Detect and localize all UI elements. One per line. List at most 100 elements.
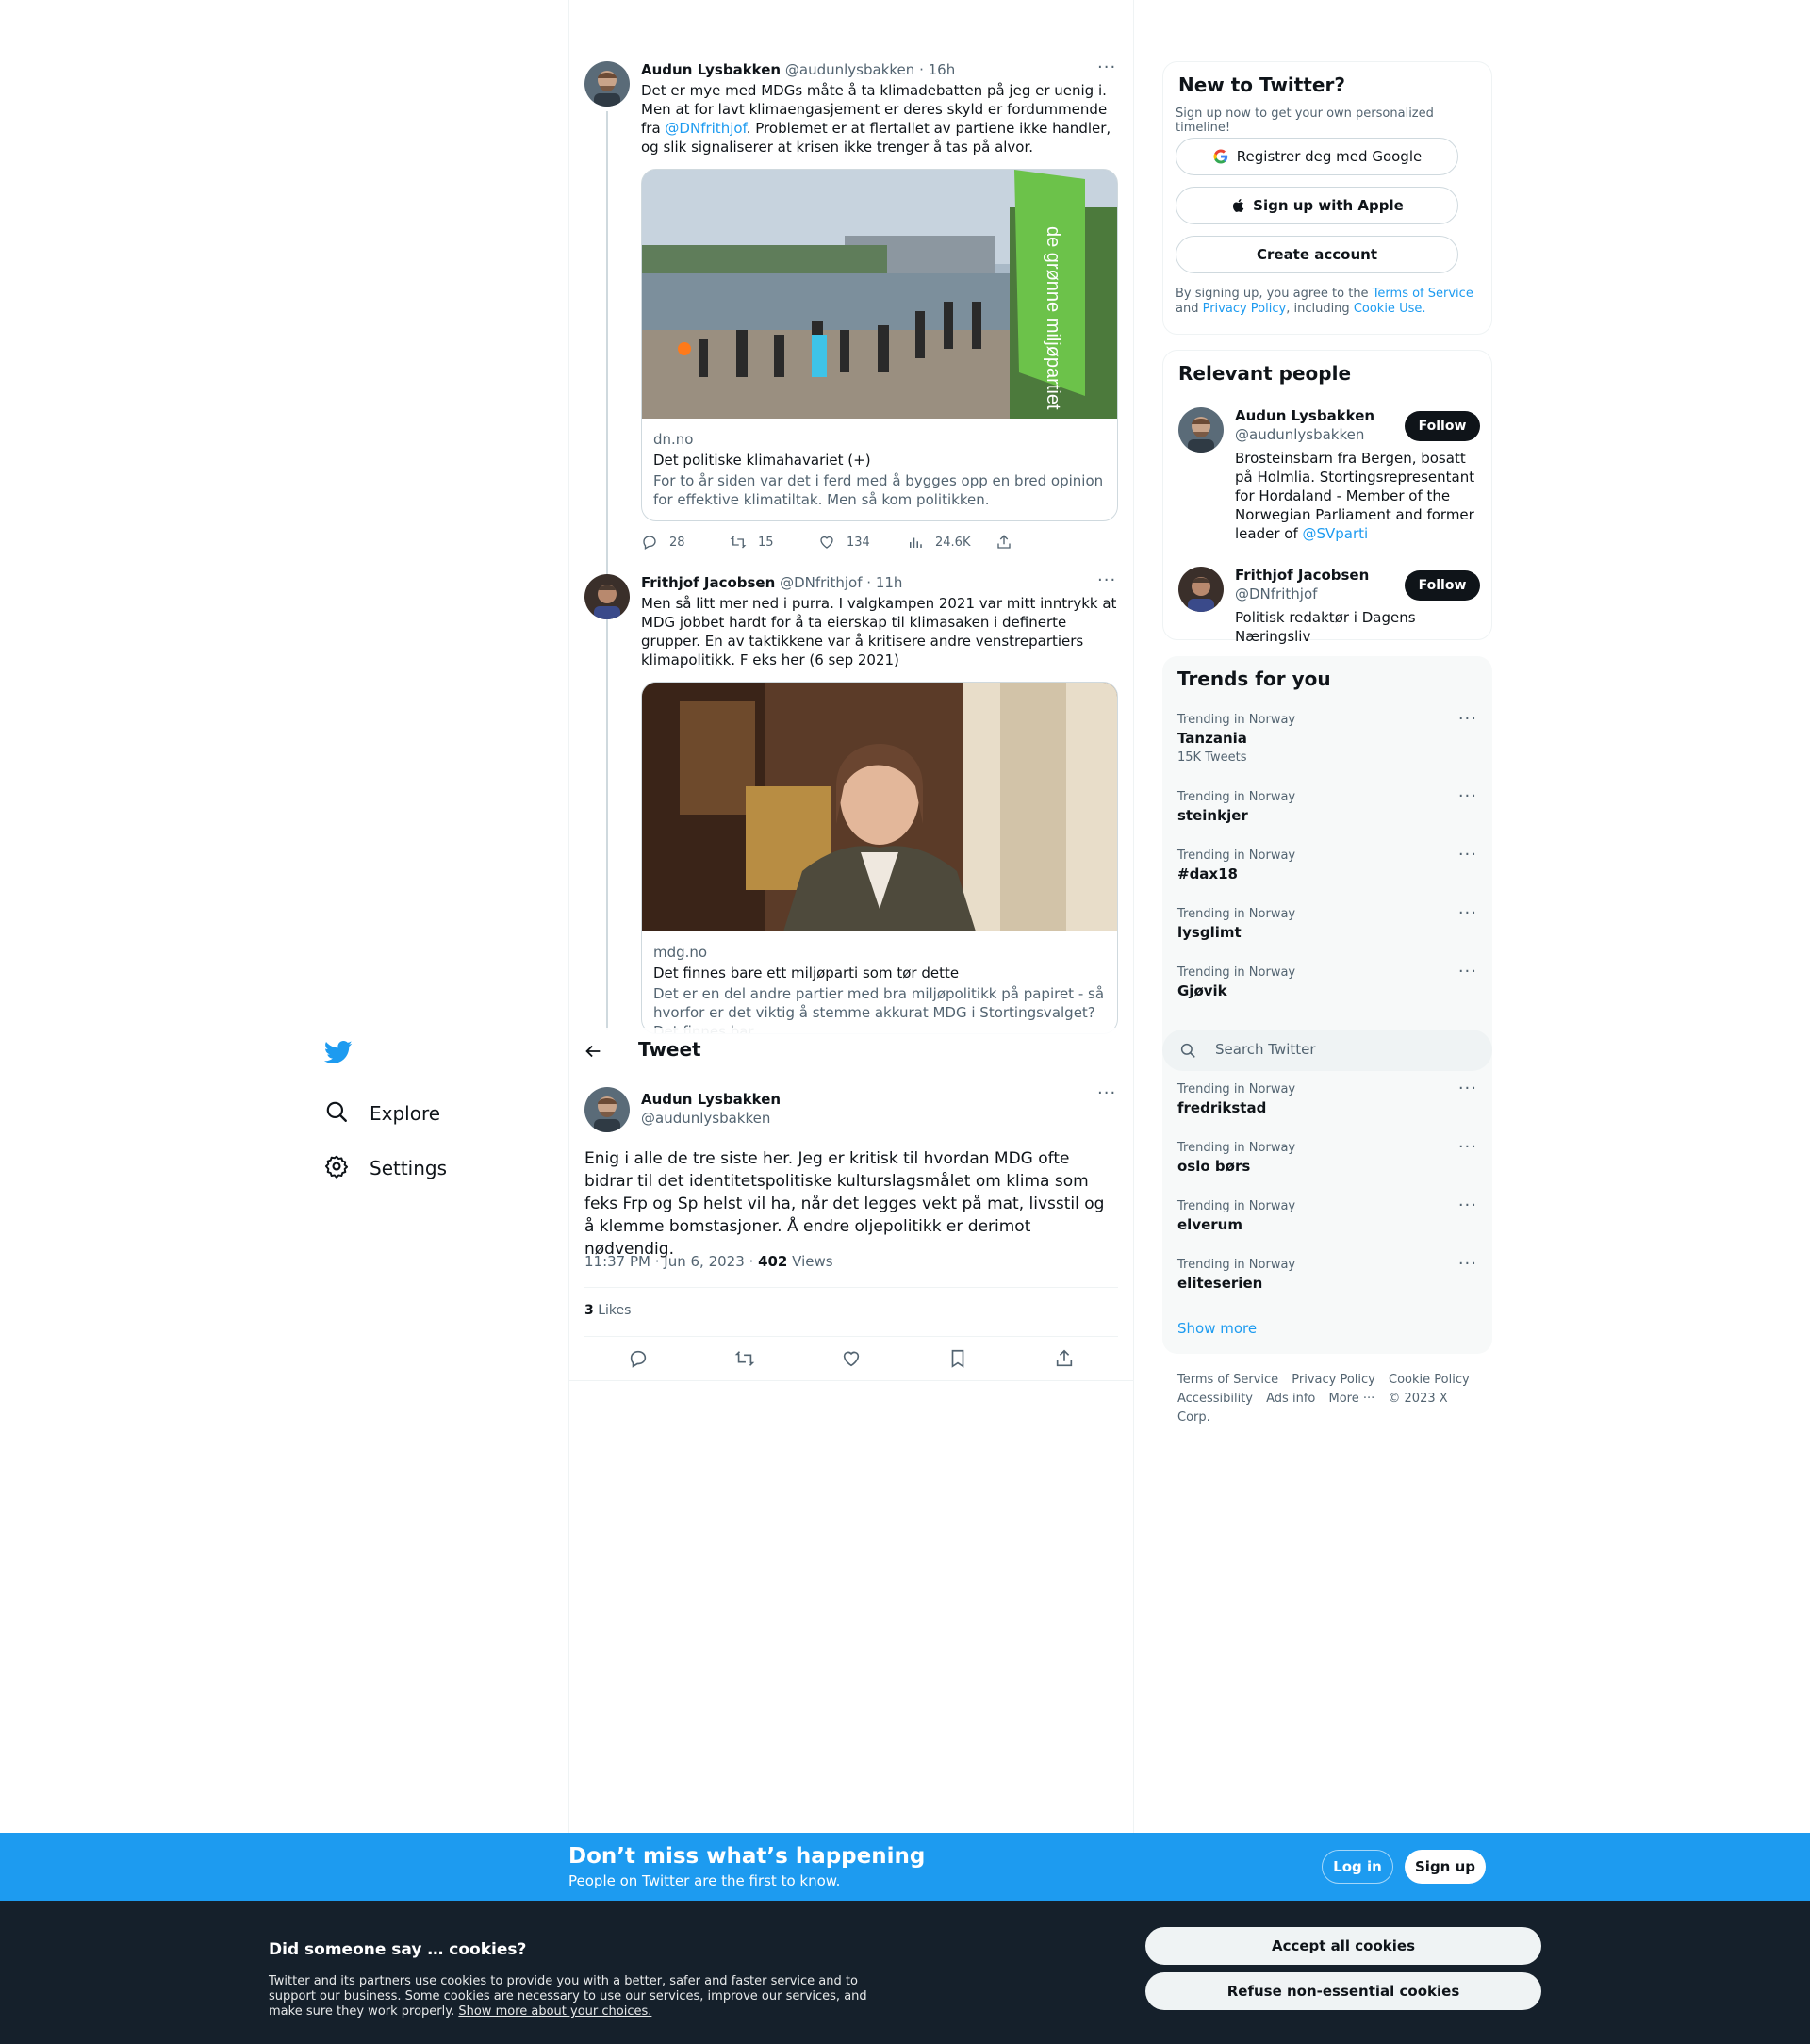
trend-item[interactable]: Trending in Norway oslo børs ··· [1177, 1139, 1477, 1176]
trend-item[interactable]: Trending in Norway eliteserien ··· [1177, 1256, 1477, 1293]
accept-cookies-button[interactable]: Accept all cookies [1145, 1927, 1541, 1965]
person-cell[interactable]: Audun Lysbakken @audunlysbakken Follow B… [1178, 407, 1480, 549]
tweet-age[interactable]: 11h [876, 574, 903, 591]
trend-context: Trending in Norway [1177, 907, 1296, 921]
trends-panel: Trends for you Trending in Norway Tanzan… [1162, 656, 1492, 1354]
link-card[interactable]: de grønne miljøpartiet dn.no Det politis… [641, 169, 1118, 521]
avatar[interactable] [584, 1087, 630, 1132]
trend-item[interactable]: Trending in Norway fredrikstad ··· [1177, 1080, 1477, 1117]
more-options-icon[interactable]: ··· [1458, 905, 1477, 922]
refuse-cookies-button[interactable]: Refuse non-essential cookies [1145, 1972, 1541, 2010]
share-icon[interactable] [1054, 1348, 1075, 1371]
author-name[interactable]: Audun Lysbakken [641, 1091, 781, 1108]
privacy-link[interactable]: Privacy Policy [1203, 302, 1287, 316]
reply-button[interactable]: 28 [641, 533, 730, 552]
reply-icon[interactable] [628, 1348, 649, 1371]
footer-link-ads-info[interactable]: Ads info [1266, 1392, 1315, 1406]
login-banner: Don’t miss what’s happening People on Tw… [0, 1833, 1810, 1901]
apple-signup-button[interactable]: Sign up with Apple [1176, 187, 1458, 224]
more-options-icon[interactable]: ··· [1097, 59, 1118, 80]
mention-link[interactable]: @SVparti [1303, 525, 1369, 542]
footer-link-more[interactable]: More ··· [1328, 1392, 1374, 1406]
author-handle[interactable]: @audunlysbakken [785, 61, 914, 78]
views-button[interactable]: 24.6K [907, 533, 996, 552]
person-bio: Brosteinsbarn fra Bergen, bosatt på Holm… [1235, 449, 1482, 543]
back-arrow-icon[interactable] [583, 1041, 605, 1063]
apple-icon [1233, 199, 1244, 212]
cookie-more-link[interactable]: Show more about your choices. [458, 2004, 651, 2019]
avatar[interactable] [1178, 567, 1224, 612]
more-options-icon[interactable]: ··· [1458, 847, 1477, 864]
nav-item-settings[interactable]: Settings [324, 1141, 551, 1195]
trend-item[interactable]: Trending in Norway #dax18 ··· [1177, 847, 1477, 883]
person-handle[interactable]: @DNfrithjof [1235, 585, 1317, 602]
terms-link[interactable]: Terms of Service [1373, 287, 1473, 301]
footer-link-terms[interactable]: Terms of Service [1177, 1373, 1278, 1387]
tweet-age[interactable]: 16h [929, 61, 956, 78]
trend-name: Tanzania [1177, 730, 1247, 747]
follow-button[interactable]: Follow [1405, 411, 1480, 441]
footer-link-privacy[interactable]: Privacy Policy [1292, 1373, 1375, 1387]
search-input[interactable]: Search Twitter [1162, 1030, 1492, 1071]
thread-tweet[interactable]: Frithjof Jacobsen @DNfrithjof · 11h ··· … [584, 572, 1118, 1034]
person-name[interactable]: Frithjof Jacobsen [1235, 567, 1369, 584]
twitter-logo-icon[interactable] [324, 1035, 358, 1069]
retweet-button[interactable]: 15 [730, 533, 818, 552]
tweet-action-bar [584, 1348, 1118, 1371]
more-options-icon[interactable]: ··· [1458, 788, 1477, 805]
share-button[interactable] [996, 533, 1084, 552]
tweet-timestamp[interactable]: 11:37 PM · Jun 6, 2023 · 402 Views [584, 1253, 833, 1270]
analytics-icon [910, 537, 922, 548]
create-account-button[interactable]: Create account [1176, 236, 1458, 273]
like-button[interactable]: 134 [818, 533, 907, 552]
trend-name: steinkjer [1177, 807, 1248, 824]
more-options-icon[interactable]: ··· [1458, 711, 1477, 728]
person-name[interactable]: Audun Lysbakken [1235, 407, 1374, 424]
person-cell[interactable]: Frithjof Jacobsen @DNfrithjof Follow Pol… [1178, 567, 1480, 645]
retweet-icon[interactable] [734, 1348, 755, 1371]
trend-item[interactable]: Trending in Norway elverum ··· [1177, 1197, 1477, 1234]
trend-context: Trending in Norway [1177, 849, 1296, 863]
heart-icon[interactable] [841, 1348, 862, 1371]
google-signup-button[interactable]: Registrer deg med Google [1176, 138, 1458, 175]
avatar[interactable] [1178, 407, 1224, 453]
avatar[interactable] [584, 574, 630, 619]
tweet-time: 11:37 PM · Jun 6, 2023 · [584, 1253, 759, 1270]
mention-link[interactable]: @DNfrithjof [665, 120, 746, 137]
footer-link-accessibility[interactable]: Accessibility [1177, 1392, 1253, 1406]
more-options-icon[interactable]: ··· [1097, 1085, 1118, 1106]
more-options-icon[interactable]: ··· [1458, 1080, 1477, 1097]
thread-tweet[interactable]: Audun Lysbakken @audunlysbakken · 16h ··… [584, 59, 1118, 556]
signup-button[interactable]: Sign up [1405, 1850, 1486, 1884]
cookie-use-link[interactable]: Cookie Use. [1354, 302, 1426, 316]
bookmark-icon[interactable] [947, 1348, 968, 1371]
google-icon [1213, 149, 1227, 164]
show-more-link[interactable]: Show more [1177, 1320, 1257, 1337]
footer-link-cookie-policy[interactable]: Cookie Policy [1389, 1373, 1470, 1387]
person-handle[interactable]: @audunlysbakken [1235, 426, 1364, 443]
trend-item[interactable]: Trending in Norway Gjøvik ··· [1177, 964, 1477, 1000]
nav-item-explore[interactable]: Explore [324, 1086, 551, 1141]
retweet-count: 15 [758, 535, 774, 550]
more-options-icon[interactable]: ··· [1458, 1256, 1477, 1273]
trend-item[interactable]: Trending in Norway lysglimt ··· [1177, 905, 1477, 942]
follow-button[interactable]: Follow [1405, 570, 1480, 601]
more-options-icon[interactable]: ··· [1097, 572, 1118, 593]
author-handle[interactable]: @audunlysbakken [641, 1110, 770, 1127]
trend-item[interactable]: Trending in Norway Tanzania 15K Tweets ·… [1177, 711, 1477, 766]
trend-item[interactable]: Trending in Norway steinkjer ··· [1177, 788, 1477, 825]
likes-summary[interactable]: 3 Likes [584, 1303, 631, 1318]
login-button[interactable]: Log in [1322, 1850, 1393, 1884]
link-card[interactable]: mdg.no Det finnes bare ett miljøparti so… [641, 682, 1118, 1034]
author-name[interactable]: Audun Lysbakken [641, 61, 781, 78]
view-count: 24.6K [935, 535, 971, 550]
link-card-domain: dn.no [653, 431, 694, 448]
author-handle[interactable]: @DNfrithjof [780, 574, 862, 591]
more-options-icon[interactable]: ··· [1458, 1139, 1477, 1156]
divider [569, 1380, 1133, 1381]
more-options-icon[interactable]: ··· [1458, 964, 1477, 981]
avatar[interactable] [584, 61, 630, 107]
author-name[interactable]: Frithjof Jacobsen [641, 574, 775, 591]
link-card-meta: dn.no Det politiske klimahavariet (+) Fo… [642, 419, 1117, 509]
more-options-icon[interactable]: ··· [1458, 1197, 1477, 1214]
